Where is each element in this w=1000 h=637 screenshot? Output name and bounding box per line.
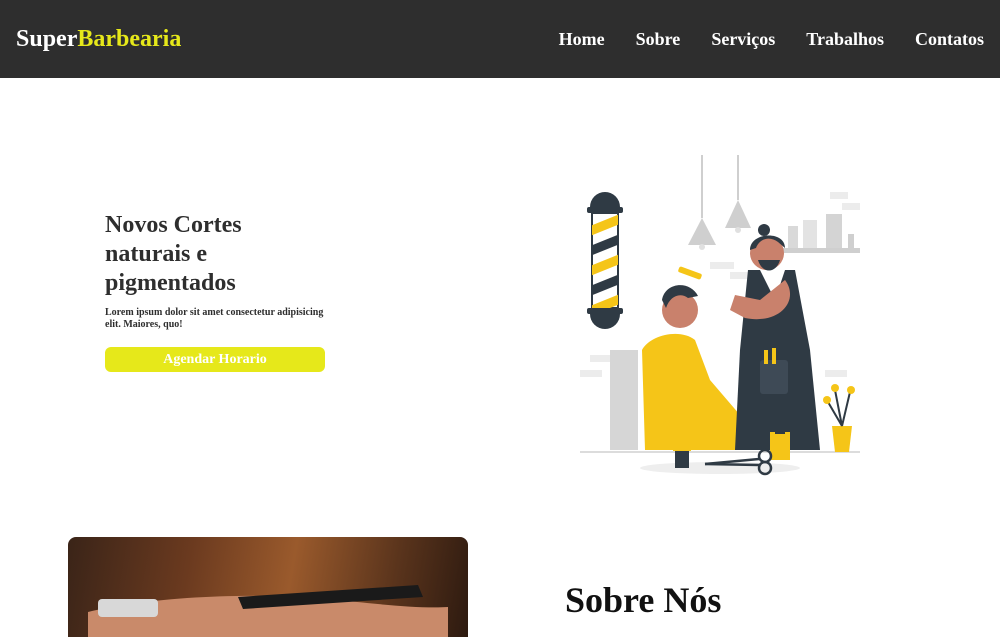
nav-link-servicos[interactable]: Serviços (711, 26, 775, 52)
hero-description: Lorem ipsum dolor sit amet consectetur a… (105, 307, 324, 330)
hanging-lamp-icon (688, 155, 751, 250)
nav-link-home[interactable]: Home (559, 26, 605, 52)
nav-link-trabalhos[interactable]: Trabalhos (806, 26, 884, 52)
plant-icon (823, 384, 855, 452)
logo-text-primary: Super (16, 26, 78, 52)
nav-menu: Home Sobre Serviços Trabalhos Contatos (559, 26, 984, 52)
about-title: Sobre Nós (565, 580, 722, 620)
site-logo[interactable]: SuperBarbearia (16, 24, 181, 54)
hero-title: Novos Cortes naturais e pigmentados (105, 212, 242, 296)
haircut-photo (88, 585, 448, 637)
logo-text-accent: Barbearia (77, 26, 182, 52)
barber-illustration (580, 155, 860, 476)
nav-link-sobre[interactable]: Sobre (636, 26, 681, 52)
nav-link-contatos[interactable]: Contatos (915, 26, 984, 52)
navbar: SuperBarbearia Home Sobre Serviços Traba… (0, 0, 1000, 78)
about-image (68, 537, 468, 637)
schedule-button[interactable]: Agendar Horario (105, 347, 325, 372)
barber-pole-icon (587, 192, 623, 329)
